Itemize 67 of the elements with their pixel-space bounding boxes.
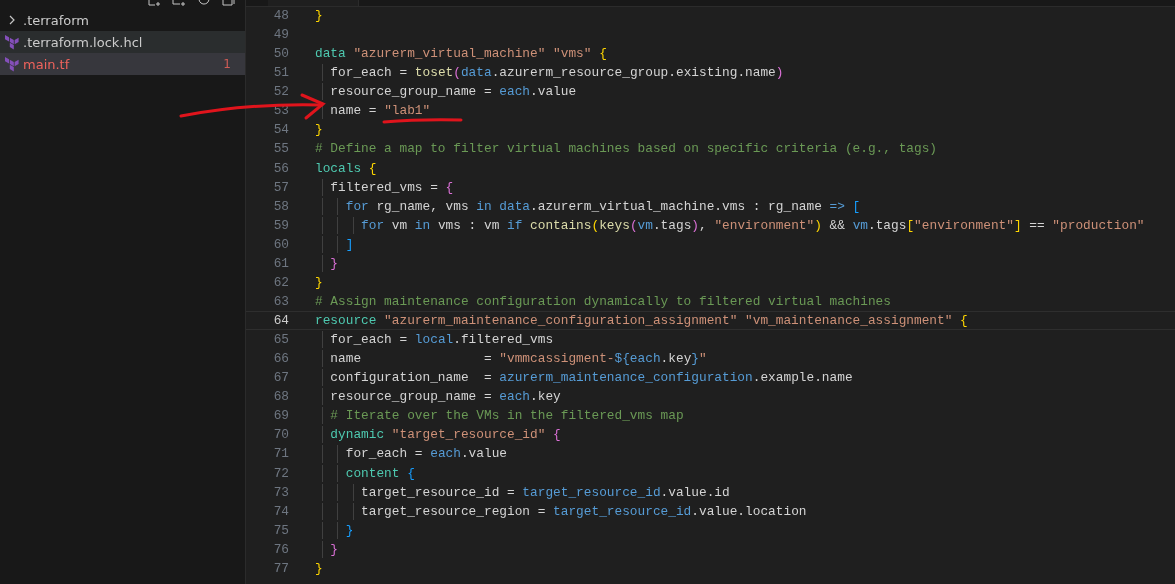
code-line: name = "vmmcassigment-${each.key}" [329,351,707,367]
file-tree-item[interactable]: .terraform.lock.hcl [0,31,245,53]
code-line: } [329,541,339,557]
file-tree-item[interactable]: main.tf 1 [0,53,245,75]
line-number: 64 [272,313,289,329]
line-number: 48 [272,8,289,24]
line-number: 75 [272,522,289,538]
file-name: .terraform [23,12,90,28]
code-line: configuration_name = azurerm_maintenance_configuration.example.name [329,370,853,386]
line-number: 59 [272,217,289,233]
code-line: } [329,255,339,271]
file-name: main.tf [23,56,71,72]
code-line: name = "lab1" [329,103,431,119]
line-number: 60 [272,236,289,252]
code-line: # Assign maintenance configuration dynamically to filtered virtual machines [315,293,891,309]
code-line: target_resource_region = target_resource_id.value.location [360,503,807,519]
code-line: } [315,122,323,138]
code-line: filtered_vms = { [329,179,454,195]
line-number: 69 [272,408,289,424]
line-number: 76 [272,541,289,557]
code-line: } [315,560,323,576]
code-line: } [315,274,323,290]
line-number: 68 [272,389,289,405]
line-number: 55 [272,141,289,157]
line-number: 51 [272,65,289,81]
line-number: 66 [272,351,289,367]
code-line: # Iterate over the VMs in the filtered_vms map [329,408,684,424]
code-line: content { [344,465,415,481]
code-line: resource_group_name = each.value [329,84,577,100]
code-line: } [344,522,354,538]
file-name: .terraform.lock.hcl [23,34,144,50]
code-line: data "azurerm_virtual_machine" "vms" { [315,46,607,62]
line-number: 63 [272,293,289,309]
code-line: for_each = local.filtered_vms [329,332,554,348]
code-line: for vm in vms : vm if contains(keys(vm.tags), "environment") && vm.tags["environment"] == "production" [360,217,1145,233]
line-number: 62 [272,274,289,290]
code-line: for_each = toset(data.azurerm_resource_group.existing.name) [329,65,784,81]
line-number: 50 [272,46,289,62]
line-number: 67 [272,370,289,386]
line-number: 77 [272,560,289,576]
line-number: 70 [272,427,289,443]
code-line: # Define a map to filter virtual machines based on specific criteria (e.g., tags) [315,141,938,157]
line-number: 72 [272,465,289,481]
line-number: 71 [272,446,289,462]
code-line: } [315,8,323,24]
line-number: 56 [272,160,289,176]
terraform-icon [5,34,19,50]
file-tree-item[interactable]: .terraform [0,9,245,31]
line-number: 52 [272,84,289,100]
line-number: 61 [272,255,289,271]
line-number: 49 [272,27,289,43]
code-line: dynamic "target_resource_id" { [329,427,561,443]
line-number: 54 [272,122,289,138]
line-number: 57 [272,179,289,195]
line-number: 73 [272,484,289,500]
terraform-icon [5,56,19,72]
code-line: target_resource_id = target_resource_id.value.id [360,484,730,500]
line-number: 74 [272,503,289,519]
code-line: ] [344,236,354,252]
code-line: resource "azurerm_maintenance_configuration_assignment" "vm_maintenance_assignment" { [315,313,968,329]
line-number: 65 [272,332,289,348]
line-number: 58 [272,198,289,214]
problem-count: 1 [223,57,231,71]
code-line: for_each = each.value [344,446,507,462]
code-line: for rg_name, vms in data.azurerm_virtual_machine.vms : rg_name => [ [344,198,861,214]
code-line: locals { [315,160,377,176]
code-line: resource_group_name = each.key [329,389,561,405]
